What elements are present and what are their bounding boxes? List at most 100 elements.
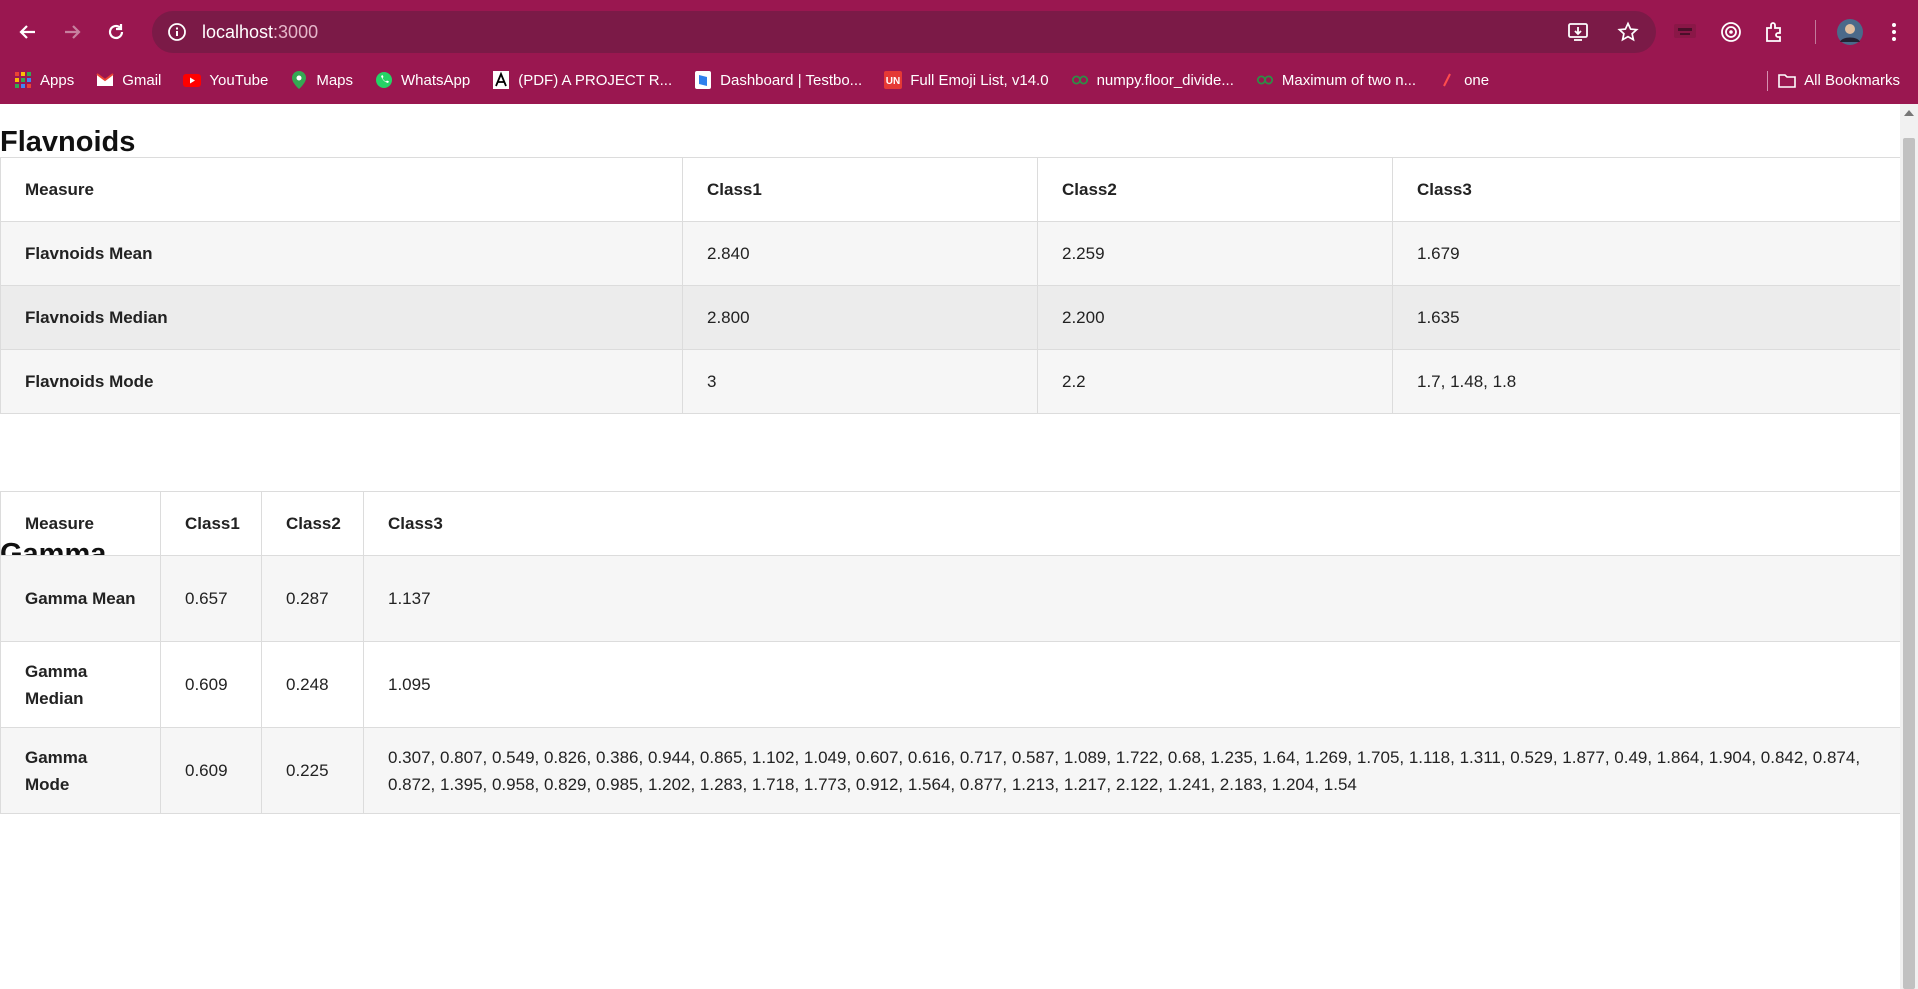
bookmark-11[interactable]: one bbox=[1430, 65, 1497, 95]
profile-avatar[interactable] bbox=[1834, 16, 1866, 48]
page-content: Flavnoids Measure Class1 Class2 Class3 Flavn… bbox=[0, 104, 1900, 989]
all-bookmarks-label: All Bookmarks bbox=[1804, 71, 1900, 89]
forward-arrow-icon bbox=[65, 25, 81, 39]
geeksforgeeks-icon bbox=[1256, 71, 1274, 89]
svg-text:UN: UN bbox=[886, 76, 900, 87]
column-header: Class1 bbox=[160, 491, 262, 556]
table-cell: 1.137 bbox=[363, 555, 1900, 642]
bookmark-10[interactable]: Maximum of two n... bbox=[1248, 65, 1424, 95]
table-cell: 0.248 bbox=[261, 641, 364, 728]
bookmark-2[interactable]: Gmail bbox=[88, 65, 169, 95]
bookmark-label: Dashboard | Testbo... bbox=[720, 71, 863, 89]
bookmark-label: Maps bbox=[316, 71, 354, 89]
row-label: Gamma Mean bbox=[0, 555, 161, 642]
bookmark-label: WhatsApp bbox=[401, 71, 471, 89]
url-text[interactable]: localhost:3000 bbox=[202, 22, 318, 43]
geeksforgeeks-icon bbox=[1071, 71, 1089, 89]
apps-grid-icon bbox=[14, 71, 32, 89]
bookmarks-divider bbox=[1767, 71, 1768, 91]
bookmark-label: numpy.floor_divide... bbox=[1096, 71, 1234, 89]
toolbar-divider bbox=[1815, 20, 1816, 44]
bookmark-label: Gmail bbox=[122, 71, 162, 89]
bookmark-label: YouTube bbox=[209, 71, 269, 89]
extensions-area bbox=[1669, 14, 1918, 50]
table-row: Flavnoids Mean 2.840 2.259 1.679 bbox=[0, 221, 1900, 286]
column-header: Class1 bbox=[682, 157, 1038, 222]
bookmark-4[interactable]: Maps bbox=[282, 65, 361, 95]
omnibox-actions bbox=[1562, 11, 1644, 53]
column-header: Class2 bbox=[261, 491, 364, 556]
back-arrow-icon bbox=[19, 25, 35, 39]
table-cell: 0.307, 0.807, 0.549, 0.826, 0.386, 0.944… bbox=[363, 727, 1900, 814]
bookmarks-bar: All Bookmarks Apps Gmail YouTube Maps WhatsA… bbox=[0, 63, 1918, 97]
url-port: :3000 bbox=[273, 21, 319, 42]
column-header: Measure bbox=[0, 491, 161, 556]
target-extension-icon[interactable] bbox=[1715, 16, 1747, 48]
testbook-icon bbox=[694, 71, 712, 89]
bookmark-star-icon[interactable] bbox=[1612, 16, 1644, 48]
folder-icon bbox=[1778, 71, 1796, 89]
address-bar[interactable]: localhost:3000 bbox=[152, 11, 1656, 53]
toolbar: localhost:3000 bbox=[0, 0, 1918, 63]
row-label: Flavnoids Mode bbox=[0, 349, 683, 414]
flavnoids-table: Measure Class1 Class2 Class3 Flavnoids Mean 2… bbox=[0, 157, 1900, 414]
table-cell: 0.609 bbox=[160, 641, 262, 728]
bookmark-7[interactable]: Dashboard | Testbo... bbox=[686, 65, 870, 95]
extensions-puzzle-icon[interactable] bbox=[1759, 16, 1791, 48]
table-cell: 0.657 bbox=[160, 555, 262, 642]
column-header: Class3 bbox=[363, 491, 1900, 556]
bookmark-label: (PDF) A PROJECT R... bbox=[518, 71, 673, 89]
whatsapp-icon bbox=[375, 71, 393, 89]
menu-kebab-icon[interactable] bbox=[1878, 16, 1910, 48]
table-cell: 1.635 bbox=[1392, 285, 1900, 350]
bookmark-label: Full Emoji List, v14.0 bbox=[910, 71, 1049, 89]
install-app-icon[interactable] bbox=[1562, 16, 1594, 48]
bookmark-label: Apps bbox=[40, 71, 75, 89]
table-cell: 0.609 bbox=[160, 727, 262, 814]
row-label: Gamma Median bbox=[0, 641, 161, 728]
gmail-icon bbox=[96, 71, 114, 89]
bookmark-5[interactable]: WhatsApp bbox=[367, 65, 478, 95]
forward-button[interactable] bbox=[54, 14, 90, 50]
table-row: Flavnoids Median 2.800 2.200 1.635 bbox=[0, 285, 1900, 350]
table-cell: 1.095 bbox=[363, 641, 1900, 728]
vertical-scrollbar[interactable] bbox=[1900, 104, 1918, 989]
bookmark-6[interactable]: (PDF) A PROJECT R... bbox=[484, 65, 680, 95]
bookmark-8[interactable]: UN Full Emoji List, v14.0 bbox=[876, 65, 1056, 95]
all-bookmarks-button[interactable]: All Bookmarks bbox=[1770, 65, 1908, 95]
table-cell: 3 bbox=[682, 349, 1038, 414]
table-header-row: Measure Class1 Class2 Class3 bbox=[0, 157, 1900, 222]
bookmark-3[interactable]: YouTube bbox=[175, 65, 276, 95]
table-row: Gamma Mean 0.657 0.287 1.137 bbox=[0, 555, 1900, 642]
bookmark-label: one bbox=[1464, 71, 1490, 89]
table-cell: 2.800 bbox=[682, 285, 1038, 350]
scroll-up-arrow-icon[interactable] bbox=[1904, 110, 1914, 116]
reload-button[interactable] bbox=[98, 14, 134, 50]
table-row: Gamma Median 0.609 0.248 1.095 bbox=[0, 641, 1900, 728]
academia-icon bbox=[492, 71, 510, 89]
gamma-table: Measure Class1 Class2 Class3 Gamma Mean 0.657… bbox=[0, 491, 1900, 814]
table-cell: 0.225 bbox=[261, 727, 364, 814]
bookmark-9[interactable]: numpy.floor_divide... bbox=[1063, 65, 1242, 95]
table-cell: 2.259 bbox=[1037, 221, 1393, 286]
table-row: Flavnoids Mode 3 2.2 1.7, 1.48, 1.8 bbox=[0, 349, 1900, 414]
maps-pin-icon bbox=[290, 71, 308, 89]
flavnoids-heading: Flavnoids bbox=[0, 126, 136, 158]
site-info-icon[interactable] bbox=[164, 19, 190, 45]
url-host: localhost bbox=[202, 21, 274, 42]
unicode-icon: UN bbox=[884, 71, 903, 89]
scrollbar-thumb[interactable] bbox=[1903, 138, 1915, 989]
column-header: Class3 bbox=[1392, 157, 1900, 222]
days-counter-extension-icon[interactable] bbox=[1669, 16, 1701, 48]
table-header-row: Measure Class1 Class2 Class3 bbox=[0, 491, 1900, 556]
table-row: Gamma Mode 0.609 0.225 0.307, 0.807, 0.549,… bbox=[0, 727, 1900, 814]
table-cell: 0.287 bbox=[261, 555, 364, 642]
browser-chrome: localhost:3000 All Bookmarks Apps Gmail … bbox=[0, 0, 1918, 104]
back-button[interactable] bbox=[10, 14, 46, 50]
column-header: Measure bbox=[0, 157, 683, 222]
column-header: Class2 bbox=[1037, 157, 1393, 222]
row-label: Flavnoids Median bbox=[0, 285, 683, 350]
bookmark-1[interactable]: Apps bbox=[6, 65, 82, 95]
table-cell: 2.840 bbox=[682, 221, 1038, 286]
reload-icon bbox=[108, 24, 124, 40]
